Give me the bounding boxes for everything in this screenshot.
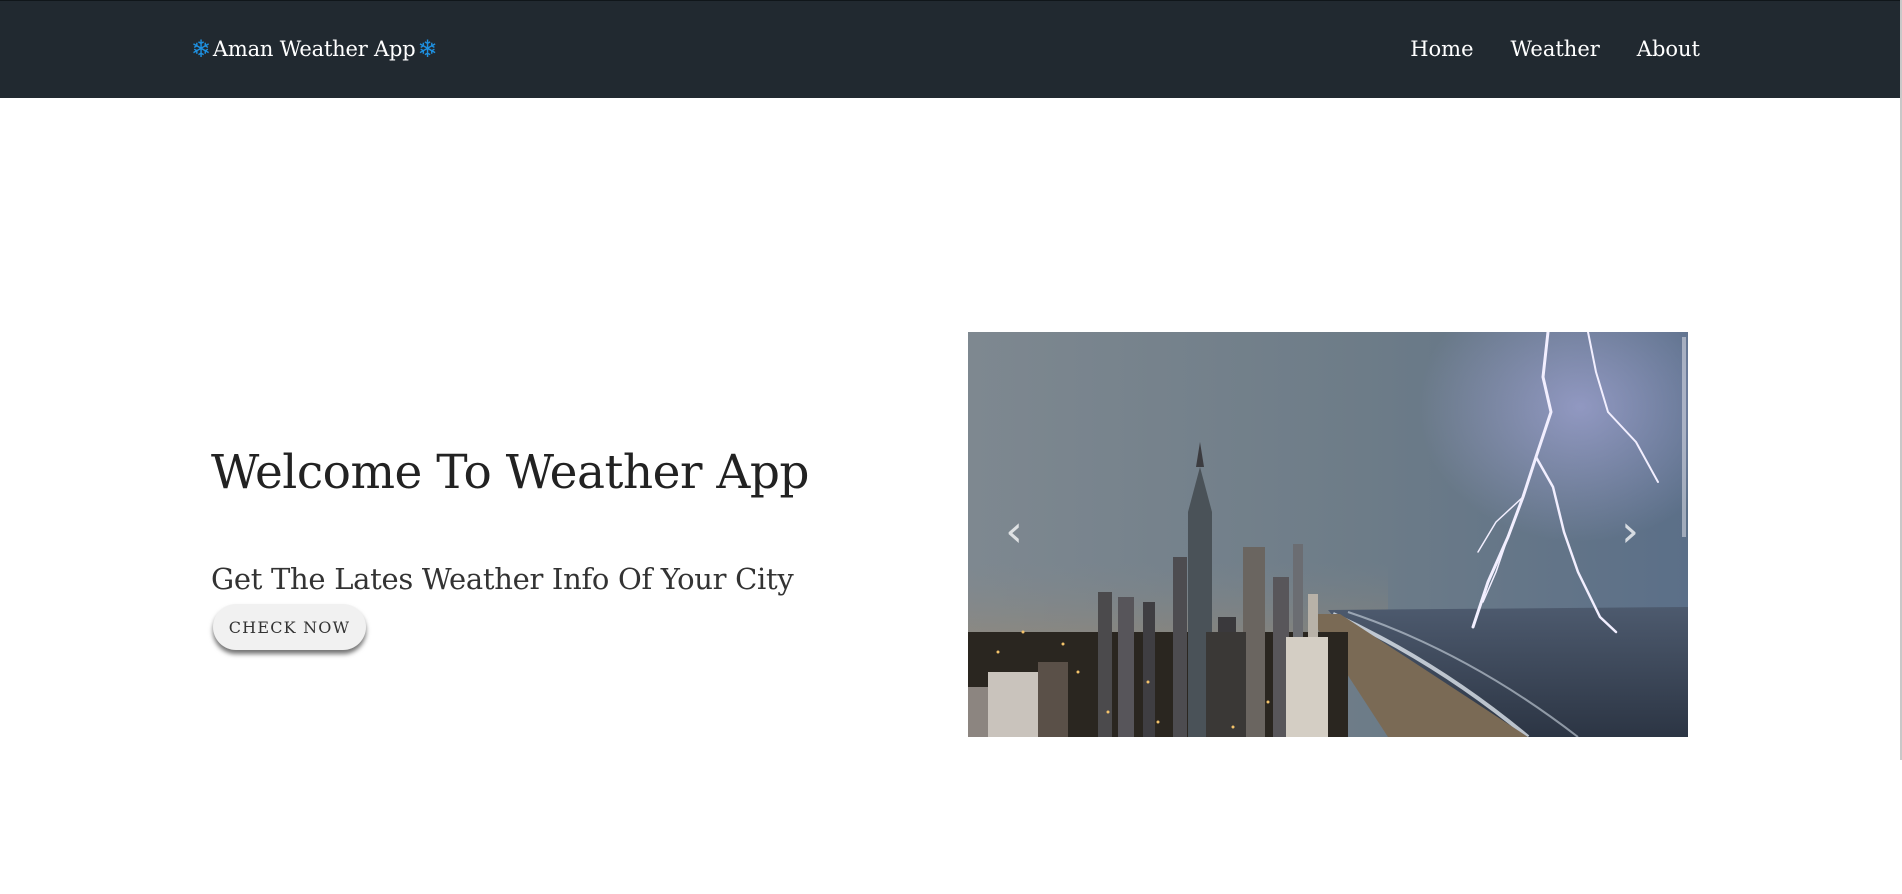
snowflake-icon: ❄ xyxy=(191,35,211,63)
check-now-button[interactable]: CHECK NOW xyxy=(213,604,366,650)
snowflake-icon: ❄ xyxy=(417,35,438,63)
image-carousel[interactable]: ‹ › xyxy=(968,332,1688,737)
carousel-next-icon[interactable]: › xyxy=(1600,502,1660,562)
top-navbar: ❄ Aman Weather App ❄ Home Weather About xyxy=(0,0,1900,98)
storm-city-image xyxy=(968,332,1688,737)
brand-text: Aman Weather App xyxy=(212,37,416,61)
nav-link-home[interactable]: Home xyxy=(1410,35,1473,63)
nav-links: Home Weather About xyxy=(1410,35,1700,63)
nav-link-weather[interactable]: Weather xyxy=(1511,35,1600,63)
hero-subtitle: Get The Lates Weather Info Of Your City xyxy=(211,562,794,596)
hero-title: Welcome To Weather App xyxy=(211,445,810,500)
brand-link[interactable]: ❄ Aman Weather App ❄ xyxy=(191,35,438,63)
carousel-prev-icon[interactable]: ‹ xyxy=(984,502,1044,562)
nav-link-about[interactable]: About xyxy=(1637,35,1700,63)
